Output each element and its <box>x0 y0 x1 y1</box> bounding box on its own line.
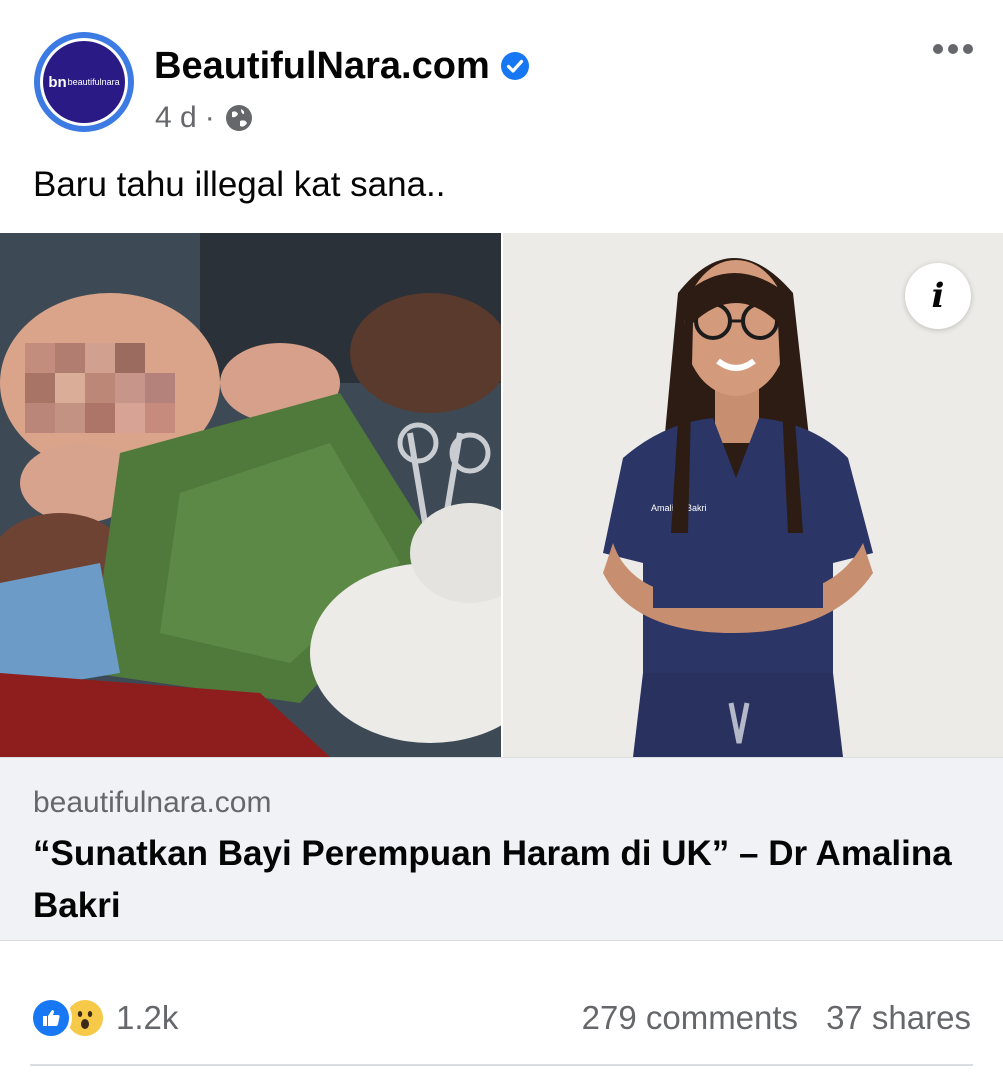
surgery-photo-illustration <box>0 233 501 757</box>
page-name[interactable]: BeautifulNara.com <box>154 42 490 90</box>
shares-count[interactable]: 37 shares <box>826 996 971 1040</box>
post-media[interactable]: Amalina Bakri i <box>0 233 1003 757</box>
link-title: “Sunatkan Bayi Perempuan Haram di UK” – … <box>33 834 952 925</box>
info-icon: i <box>931 276 945 316</box>
post-time[interactable]: 4 d <box>155 98 197 138</box>
link-domain: beautifulnara.com <box>33 786 272 819</box>
link-preview[interactable]: beautifulnara.com “Sunatkan Bayi Perempu… <box>0 757 1003 941</box>
more-options-button[interactable] <box>933 44 973 54</box>
surgery-photo[interactable] <box>0 233 501 757</box>
avatar-initials: bn <box>48 73 67 91</box>
verified-badge-icon <box>500 52 529 80</box>
post-stats: 279 comments 37 shares <box>582 996 971 1040</box>
reaction-count: 1.2k <box>116 999 179 1036</box>
more-dot-icon <box>948 44 958 54</box>
thumbs-up-glyph <box>43 1010 60 1026</box>
reactions-summary[interactable]: 1.2k <box>30 996 178 1040</box>
action-divider <box>30 1064 973 1066</box>
info-button[interactable]: i <box>905 263 971 329</box>
avatar-text: beautifulnara <box>67 77 120 87</box>
page-avatar[interactable]: bn beautifulnara <box>34 32 134 132</box>
more-dot-icon <box>963 44 973 54</box>
more-dot-icon <box>933 44 943 54</box>
post-meta: 4 d · <box>155 98 255 138</box>
avatar-logo: bn beautifulnara <box>43 41 125 123</box>
avatar-ring: bn beautifulnara <box>40 38 128 126</box>
like-icon <box>30 997 72 1039</box>
wow-face-glyph <box>71 1004 99 1032</box>
page-name-row: BeautifulNara.com <box>154 42 530 90</box>
globe-icon <box>225 105 252 131</box>
doctor-photo[interactable]: Amalina Bakri i <box>501 233 1003 757</box>
post-caption: Baru tahu illegal kat sana.. <box>33 165 446 204</box>
meta-separator: · <box>204 101 215 134</box>
comments-count[interactable]: 279 comments <box>582 996 798 1040</box>
